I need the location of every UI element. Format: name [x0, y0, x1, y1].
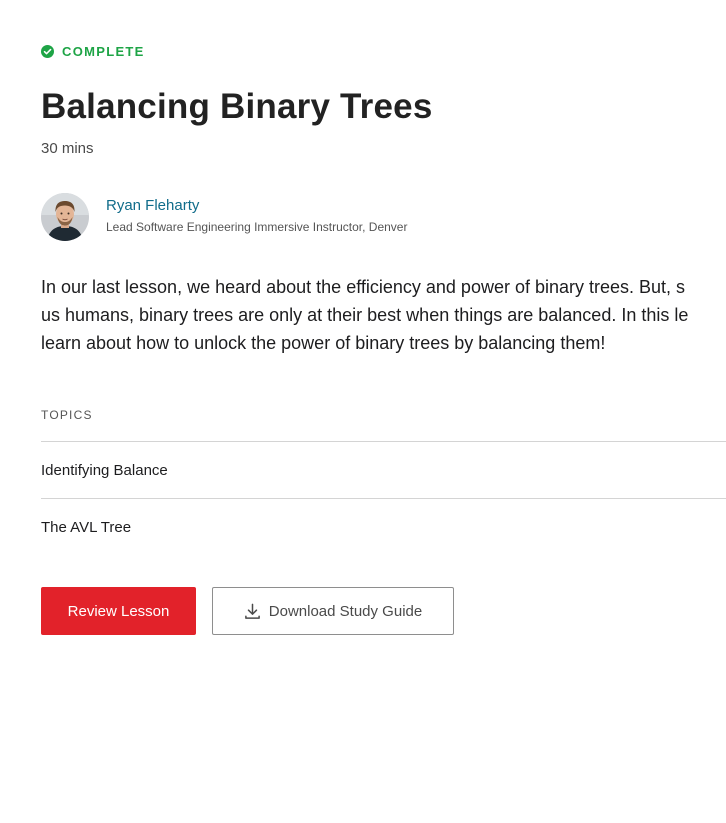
- lesson-title: Balancing Binary Trees: [41, 87, 433, 126]
- review-lesson-button[interactable]: Review Lesson: [41, 587, 196, 635]
- instructor-name-link[interactable]: Ryan Fleharty: [106, 197, 407, 215]
- topic-item-avl-tree: The AVL Tree: [41, 498, 726, 555]
- instructor-card: Ryan Fleharty Lead Software Engineering …: [41, 193, 407, 241]
- topics-header: TOPICS: [41, 408, 93, 422]
- download-button-label: Download Study Guide: [268, 602, 423, 620]
- avatar: [41, 193, 89, 241]
- instructor-role: Lead Software Engineering Immersive Inst…: [106, 219, 408, 234]
- description-line: In our last lesson, we heard about the e…: [41, 277, 686, 297]
- description-line: learn about how to unlock the power of b…: [41, 333, 606, 353]
- description-line: us humans, binary trees are only at thei…: [41, 305, 689, 325]
- download-study-guide-button[interactable]: Download Study Guide: [212, 587, 454, 635]
- lesson-duration: 30 mins: [41, 140, 94, 157]
- lesson-page: COMPLETE Balancing Binary Trees 30 mins …: [0, 0, 726, 823]
- download-icon: [244, 603, 260, 619]
- status-label: COMPLETE: [62, 44, 145, 59]
- completion-status: COMPLETE: [41, 44, 145, 59]
- lesson-actions: Review Lesson Download Study Guide: [41, 587, 454, 635]
- instructor-info: Ryan Fleharty Lead Software Engineering …: [106, 197, 408, 234]
- check-circle-icon: [41, 45, 54, 58]
- topic-item-identifying-balance: Identifying Balance: [41, 441, 726, 498]
- topics-list: Identifying Balance The AVL Tree: [41, 441, 726, 555]
- lesson-description: In our last lesson, we heard about the e…: [41, 273, 726, 357]
